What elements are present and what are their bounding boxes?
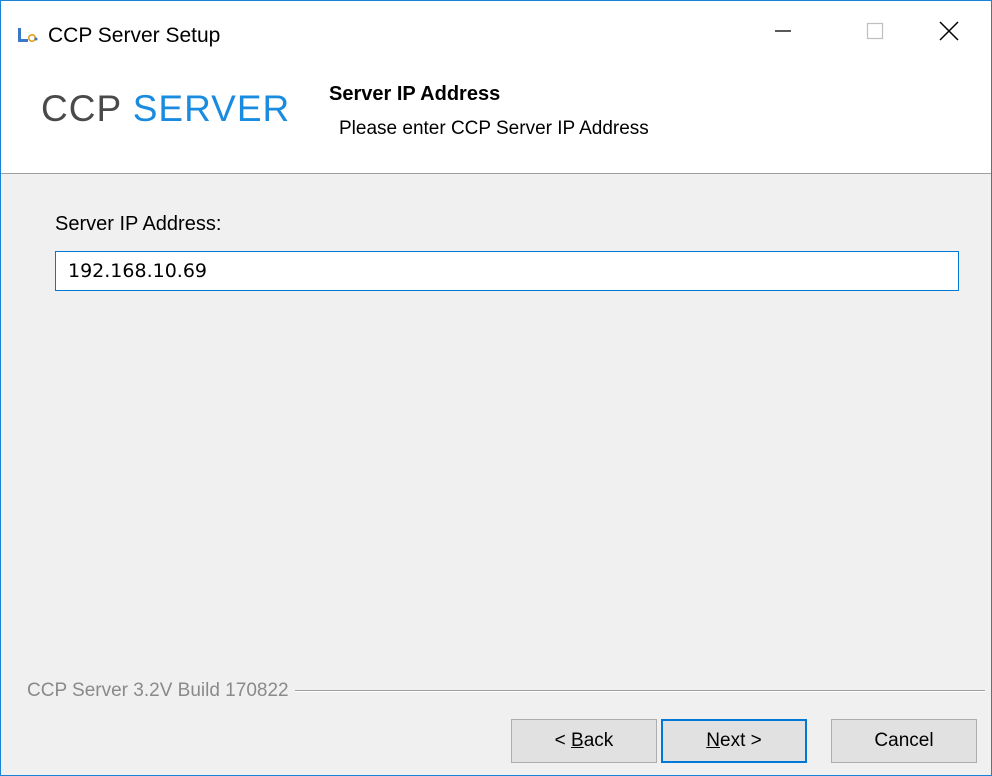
cancel-button-label: Cancel <box>874 730 934 751</box>
divider-line <box>294 690 985 692</box>
next-button-suffix: ext > <box>720 730 762 751</box>
back-button-suffix: ack <box>583 730 614 751</box>
logo-ccp-text: CCP <box>41 88 122 129</box>
installer-app-icon <box>18 28 38 43</box>
setup-window: CCP Server Setup CCP SERVER Server IP Ad… <box>0 0 992 776</box>
server-ip-label: Server IP Address: <box>55 213 222 235</box>
page-subtitle: Please enter CCP Server IP Address <box>339 118 649 139</box>
cancel-button[interactable]: Cancel <box>831 719 977 763</box>
next-button-mnemonic: N <box>706 730 720 751</box>
minimize-icon <box>775 30 791 32</box>
back-button-prefix: < <box>554 730 572 751</box>
ccp-server-logo: CCP SERVER <box>41 87 290 131</box>
close-button[interactable] <box>906 1 991 61</box>
maximize-icon <box>866 22 884 40</box>
close-icon <box>938 21 959 41</box>
wizard-header: CCP SERVER Server IP Address Please ente… <box>1 61 991 174</box>
server-ip-input[interactable] <box>55 251 959 291</box>
minimize-button[interactable] <box>737 1 829 61</box>
back-button-mnemonic: B <box>571 730 584 751</box>
build-version-text: CCP Server 3.2V Build 170822 <box>27 680 289 701</box>
page-title: Server IP Address <box>329 83 501 105</box>
title-bar[interactable]: CCP Server Setup <box>1 1 991 61</box>
window-title: CCP Server Setup <box>48 24 221 47</box>
logo-server-text: SERVER <box>132 88 291 129</box>
build-info-divider: CCP Server 3.2V Build 170822 <box>27 679 985 703</box>
next-button[interactable]: Next > <box>661 719 807 763</box>
back-button[interactable]: < Back <box>511 719 657 763</box>
